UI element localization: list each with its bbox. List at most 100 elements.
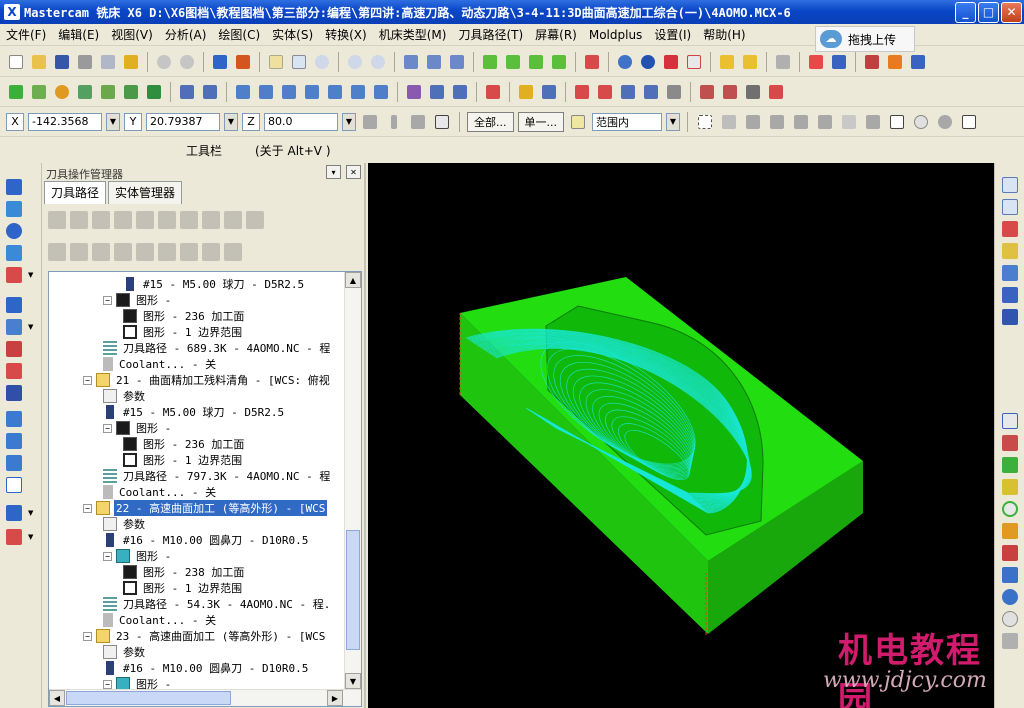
menu-xform[interactable]: 转换(X) [319, 26, 373, 43]
tree-row[interactable]: 图形 - 1 边界范围 [123, 324, 244, 340]
alert-icon[interactable] [384, 112, 404, 132]
vertical-scroll-thumb[interactable] [346, 530, 360, 650]
gear-icon[interactable] [641, 82, 661, 102]
break-icon[interactable] [200, 82, 220, 102]
tree-expander-icon[interactable]: − [83, 503, 92, 513]
backplot-icon[interactable] [136, 211, 154, 229]
wireframe-icon[interactable] [401, 52, 421, 72]
range-dropdown-icon[interactable]: ▼ [666, 112, 680, 131]
cube-icon[interactable] [1002, 567, 1018, 583]
select-dirty-ops-icon[interactable] [70, 211, 88, 229]
insert-arrow-icon[interactable] [158, 243, 176, 261]
move-icon[interactable] [210, 52, 230, 72]
tree-expander-icon[interactable]: − [83, 631, 92, 641]
move-down-icon[interactable] [114, 243, 132, 261]
no-entry-icon[interactable] [911, 112, 931, 132]
open-file-icon[interactable] [29, 52, 49, 72]
circle-icon[interactable] [52, 82, 72, 102]
view-cube-icon[interactable] [582, 52, 602, 72]
select-single-button[interactable]: 单一... [517, 111, 564, 132]
scroll-right-button[interactable]: ▶ [327, 690, 343, 706]
circle-icon[interactable] [1002, 501, 1018, 517]
menu-create[interactable]: 绘图(C) [212, 26, 266, 43]
pencil-icon[interactable] [717, 52, 737, 72]
magic-icon[interactable] [773, 52, 793, 72]
save-icon[interactable] [52, 52, 72, 72]
arrow-right-icon[interactable] [908, 52, 928, 72]
rotate-icon[interactable] [279, 82, 299, 102]
tree-row[interactable]: − 23 - 高速曲面加工 (等高外形) - [WCS [83, 628, 327, 644]
hex-icon[interactable] [791, 112, 811, 132]
show-selected-icon[interactable] [224, 243, 242, 261]
point-snap-icon[interactable] [360, 112, 380, 132]
graph-icon[interactable] [664, 82, 684, 102]
dropdown-arrow-icon[interactable]: ▼ [28, 271, 33, 279]
drag-upload-button[interactable]: ☁ 拖拽上传 [815, 26, 915, 52]
shade-icon[interactable] [233, 52, 253, 72]
plus-icon[interactable] [6, 82, 26, 102]
eraser-icon[interactable] [684, 52, 704, 72]
hex-icon[interactable] [767, 112, 787, 132]
tree-row[interactable]: 参数 [103, 644, 147, 660]
menu-solids[interactable]: 实体(S) [266, 26, 319, 43]
layout-icon[interactable] [6, 477, 22, 493]
tree-row[interactable]: Coolant... - 关 [103, 484, 218, 500]
tree-row[interactable]: 图形 - 1 边界范围 [123, 452, 244, 468]
tree-row[interactable]: 参数 [103, 516, 147, 532]
table-icon[interactable] [572, 82, 592, 102]
select-all-ops-icon[interactable] [48, 211, 66, 229]
list-icon[interactable] [595, 82, 615, 102]
tree-row[interactable]: 参数 [103, 388, 147, 404]
undo-select-icon[interactable] [863, 112, 883, 132]
post-toggle-icon[interactable] [92, 243, 110, 261]
tree-row[interactable]: − 图形 - [103, 292, 173, 308]
scroll-left-button[interactable]: ◀ [49, 690, 65, 706]
unzoom-icon[interactable] [345, 52, 365, 72]
tree-row[interactable]: 图形 - 1 边界范围 [123, 580, 244, 596]
line-icon[interactable] [29, 82, 49, 102]
tree-row[interactable]: #15 - M5.00 球刀 - D5R2.5 [123, 276, 306, 292]
menu-toolpaths[interactable]: 刀具路径(T) [452, 26, 529, 43]
measure-distance-icon[interactable] [1002, 633, 1018, 649]
zoom-fit-icon[interactable] [289, 52, 309, 72]
draft-icon[interactable] [6, 455, 22, 471]
z-axis-button[interactable]: Z [242, 112, 260, 131]
title-bar[interactable]: X Mastercam 铣床 X6 D:\X6图档\教程图档\第三部分:编程\第… [0, 0, 1024, 24]
help-icon[interactable] [432, 112, 452, 132]
grid-icon[interactable] [6, 505, 22, 521]
minimize-button[interactable]: _ [955, 1, 976, 23]
tree-row[interactable]: #15 - M5.00 球刀 - D5R2.5 [103, 404, 286, 420]
tree-expander-icon[interactable]: − [103, 551, 112, 561]
wand-icon[interactable] [121, 52, 141, 72]
dimension-icon[interactable] [1002, 413, 1018, 429]
cancel-icon[interactable] [766, 82, 786, 102]
x-axis-button[interactable]: X [6, 112, 24, 131]
tab-solids-manager[interactable]: 实体管理器 [108, 181, 183, 204]
cylinder-icon[interactable] [144, 82, 164, 102]
globe-icon[interactable] [615, 52, 635, 72]
scroll-down-button[interactable]: ▼ [345, 673, 361, 689]
solid-face-icon[interactable] [743, 112, 763, 132]
tree-row[interactable]: 刀具路径 - 797.3K - 4AOMO.NC - 程 [103, 468, 332, 484]
grid-icon[interactable] [829, 52, 849, 72]
lock-icon[interactable] [48, 243, 66, 261]
link-icon[interactable] [539, 82, 559, 102]
snap-icon[interactable] [408, 112, 428, 132]
scroll-icon[interactable] [180, 243, 198, 261]
menu-file[interactable]: 文件(F) [0, 26, 52, 43]
move-up-icon[interactable] [136, 243, 154, 261]
trim-icon[interactable] [177, 82, 197, 102]
regenerate-dirty-icon[interactable] [114, 211, 132, 229]
y-dropdown-icon[interactable]: ▼ [224, 112, 238, 131]
zoom-icon[interactable] [1002, 177, 1018, 193]
move-icon[interactable] [233, 82, 253, 102]
dropdown-arrow-icon[interactable]: ▼ [28, 323, 33, 331]
tree-row[interactable]: #16 - M10.00 圆鼻刀 - D10R0.5 [103, 532, 310, 548]
toolpath-tree[interactable]: #15 - M5.00 球刀 - D5R2.5 − 图形 - 图形 - 236 加工面… [49, 272, 345, 690]
wire-icon[interactable] [697, 82, 717, 102]
tree-row[interactable]: 图形 - 236 加工面 [123, 436, 246, 452]
extrude-icon[interactable] [6, 341, 22, 357]
tree-row[interactable]: 图形 - 236 加工面 [123, 308, 246, 324]
plot-icon[interactable] [862, 52, 882, 72]
toggle-display-icon[interactable] [70, 243, 88, 261]
